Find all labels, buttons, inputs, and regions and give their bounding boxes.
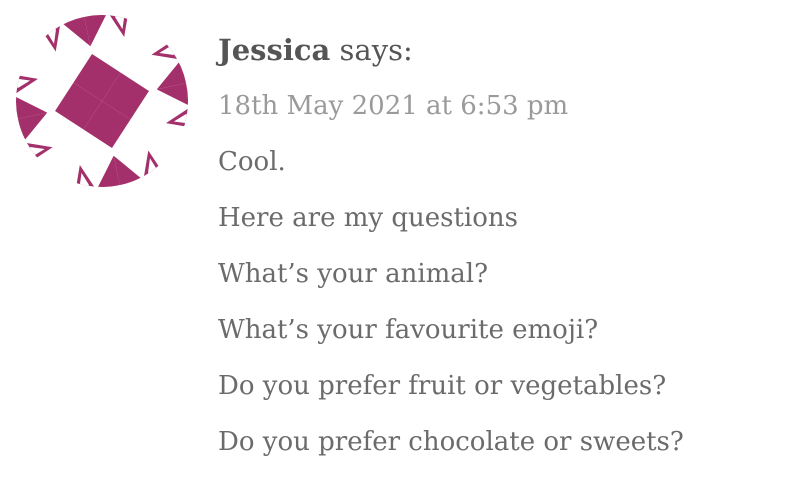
comment-line: Here are my questions xyxy=(218,203,518,233)
comment-line: Cool. xyxy=(218,147,286,177)
comment-line: What’s your animal? xyxy=(218,259,489,289)
comment-line: Do you prefer chocolate or sweets? xyxy=(218,427,684,457)
comment-line: What’s your favourite emoji? xyxy=(218,315,599,345)
identicon-avatar xyxy=(16,15,188,187)
comment-date-link[interactable]: 18th May 2021 at 6:53 pm xyxy=(218,86,778,126)
comment-line: Do you prefer fruit or vegetables? xyxy=(218,371,667,401)
says-label: says: xyxy=(339,33,413,67)
author-name[interactable]: Jessica xyxy=(218,33,330,67)
comment-body: Jessica says: 18th May 2021 at 6:53 pm C… xyxy=(218,28,778,462)
comment-author-line: Jessica says: xyxy=(218,28,778,72)
avatar-icon xyxy=(16,15,188,187)
